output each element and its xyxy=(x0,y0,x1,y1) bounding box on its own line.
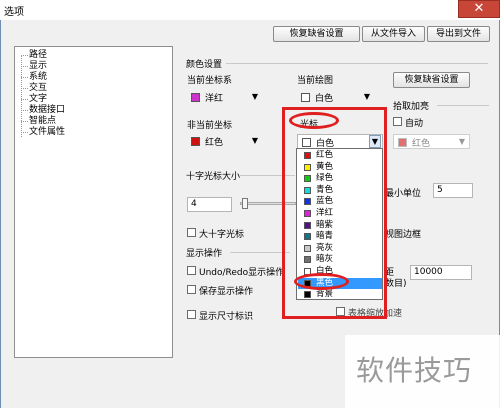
display-ops-title: 显示操作 xyxy=(186,249,223,259)
tree-item-text[interactable]: 文字 xyxy=(17,94,47,105)
pick-highlight-divider xyxy=(437,105,489,106)
distance-label-2: 数目) xyxy=(385,279,407,289)
chevron-down-icon: ▼ xyxy=(458,137,465,146)
close-icon: ✕ xyxy=(473,1,485,16)
pick-color-swatch xyxy=(398,138,407,147)
distance-input[interactable]: 10000 xyxy=(410,265,472,280)
noncurrent-axis-label: 非当前坐标 xyxy=(187,121,233,131)
color-settings-divider xyxy=(226,63,488,64)
current-draw-label: 当前绘图 xyxy=(297,76,334,86)
view-border-label: 视图边框 xyxy=(385,230,422,240)
annotation-ellipse-selection xyxy=(294,273,349,290)
auto-checkbox[interactable] xyxy=(393,117,402,126)
colors-restore-defaults-button[interactable]: 恢复缺省设置 xyxy=(393,72,470,88)
current-axis-swatch xyxy=(191,93,200,102)
export-to-file-button[interactable]: 导出到文件 xyxy=(427,26,490,42)
show-size-label: 显示尺寸标识 xyxy=(199,312,254,322)
current-draw-swatch xyxy=(301,93,310,102)
save-display-checkbox[interactable] xyxy=(187,285,196,294)
watermark-text: 软件技巧 xyxy=(356,354,473,387)
current-axis-value: 洋红 xyxy=(205,94,224,104)
close-button[interactable]: ✕ xyxy=(458,0,500,18)
min-unit-label: 最小单位 xyxy=(385,189,422,199)
current-draw-select[interactable]: 白色 ▼ xyxy=(297,90,374,105)
tree-item-file-attributes[interactable]: 文件属性 xyxy=(17,127,65,138)
options-tree: 路径 显示 系统 交互 文字 数据接口 智能点 文件属性 xyxy=(14,46,173,358)
noncurrent-axis-select[interactable]: 红色 ▼ xyxy=(187,134,262,149)
current-draw-value: 白色 xyxy=(315,94,334,104)
cursor-size-slider-thumb[interactable] xyxy=(241,198,248,209)
tree-item-data-interface[interactable]: 数据接口 xyxy=(17,105,65,116)
undo-redo-checkbox[interactable] xyxy=(187,266,196,275)
current-axis-label: 当前坐标系 xyxy=(187,76,233,86)
chevron-down-icon: ▼ xyxy=(363,92,370,101)
color-settings-title: 颜色设置 xyxy=(186,60,223,70)
display-ops-divider xyxy=(230,252,290,253)
title-bar: 选项 ✕ xyxy=(0,0,500,20)
tree-item-display[interactable]: 显示 xyxy=(17,61,47,72)
show-size-checkbox[interactable] xyxy=(187,310,196,319)
undo-redo-label: Undo/Redo显示操作 xyxy=(199,268,285,278)
cursor-size-title: 十字光标大小 xyxy=(186,172,241,182)
window-title: 选项 xyxy=(4,7,24,18)
noncurrent-axis-value: 红色 xyxy=(205,138,224,148)
tree-item-system[interactable]: 系统 xyxy=(17,72,47,83)
pick-color-value: 红色 xyxy=(412,139,431,149)
annotation-ellipse-cursor xyxy=(289,112,339,129)
min-unit-input[interactable]: 5 xyxy=(433,183,473,198)
chevron-down-icon: ▼ xyxy=(251,92,258,101)
tree-item-smart-point[interactable]: 智能点 xyxy=(17,116,56,127)
import-from-file-button[interactable]: 从文件导入 xyxy=(362,26,425,42)
cursor-size-input[interactable]: 4 xyxy=(187,197,232,212)
pick-highlight-label: 拾取加亮 xyxy=(393,102,430,112)
auto-label: 自动 xyxy=(405,119,424,129)
current-axis-select[interactable]: 洋红 ▼ xyxy=(187,90,262,105)
restore-defaults-button[interactable]: 恢复缺省设置 xyxy=(273,26,360,42)
tree-item-path[interactable]: 路径 xyxy=(17,50,47,61)
noncurrent-axis-swatch xyxy=(191,137,200,146)
save-display-label: 保存显示操作 xyxy=(199,287,254,297)
pick-color-select[interactable]: 红色 ▼ xyxy=(393,134,470,149)
tree-item-interaction[interactable]: 交互 xyxy=(17,83,47,94)
big-cursor-checkbox[interactable] xyxy=(187,228,196,237)
big-cursor-label: 大十字光标 xyxy=(199,230,245,240)
chevron-down-icon: ▼ xyxy=(251,136,258,145)
